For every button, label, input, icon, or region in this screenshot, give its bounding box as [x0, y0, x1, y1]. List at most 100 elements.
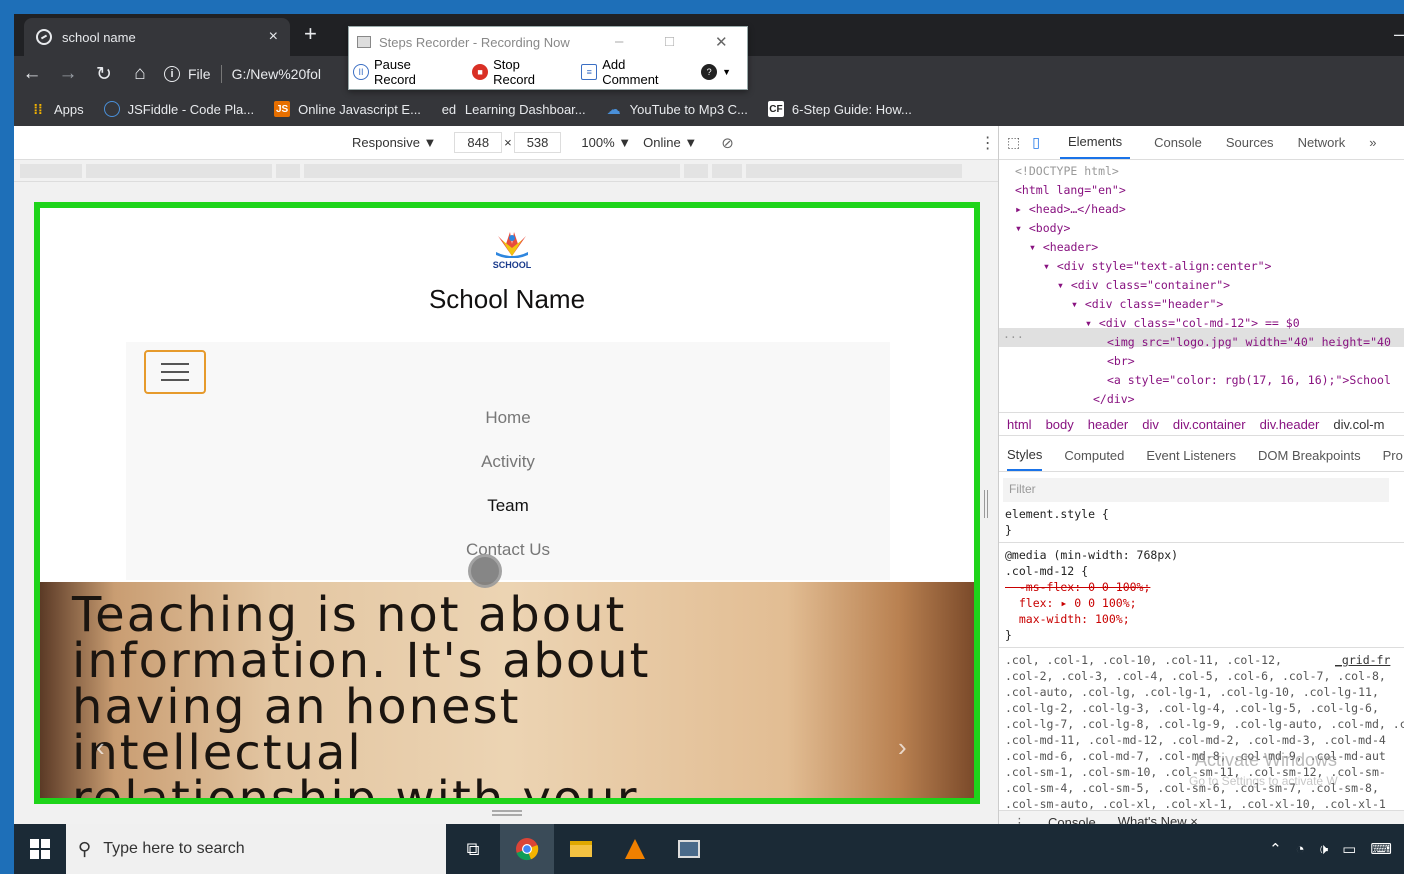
- steps-recorder-taskbar-icon[interactable]: [662, 824, 716, 874]
- breadcrumb-item[interactable]: div.col-m: [1333, 417, 1384, 432]
- chrome-icon[interactable]: [500, 824, 554, 874]
- back-icon[interactable]: ←: [14, 63, 50, 85]
- carousel-next-icon[interactable]: ›: [898, 732, 907, 763]
- viewport-width-input[interactable]: 848: [454, 132, 503, 153]
- tab-event-listeners[interactable]: Event Listeners: [1146, 448, 1236, 463]
- dom-line-selected[interactable]: ▾ <div class="col-md-12"> == $0: [1085, 316, 1300, 330]
- nav-item-contact[interactable]: Contact Us: [126, 540, 890, 560]
- breadcrumb-item[interactable]: div: [1142, 417, 1159, 432]
- chevron-up-icon[interactable]: ⌃: [1269, 840, 1282, 858]
- tab-dom-breakpoints[interactable]: DOM Breakpoints: [1258, 448, 1361, 463]
- tab-elements[interactable]: Elements: [1059, 126, 1131, 159]
- tab-network[interactable]: Network: [1298, 135, 1346, 150]
- viewport-resize-handle[interactable]: [492, 810, 522, 816]
- bookmark-jsfiddle[interactable]: JSFiddle - Code Pla...: [103, 101, 254, 117]
- minimize-icon[interactable]: –: [615, 33, 623, 50]
- start-button[interactable]: [14, 824, 66, 874]
- dom-line[interactable]: ▾ <div class="header">: [1071, 297, 1223, 311]
- breadcrumb-item[interactable]: html: [1007, 417, 1032, 432]
- rotate-icon[interactable]: ⊘: [721, 134, 734, 152]
- nav-item-home[interactable]: Home: [126, 408, 890, 428]
- reload-icon[interactable]: ↻: [86, 63, 122, 86]
- tab-computed[interactable]: Computed: [1064, 448, 1124, 463]
- side-resize-handle[interactable]: [984, 490, 988, 518]
- source-link[interactable]: _grid-fr: [1335, 652, 1390, 668]
- close-icon[interactable]: ✕: [715, 33, 728, 51]
- styles-filter-input[interactable]: Filter: [1003, 478, 1389, 502]
- more-icon[interactable]: ···: [1003, 330, 1024, 344]
- help-button[interactable]: ? ▼: [701, 64, 731, 80]
- school-logo: SCHOOL: [492, 230, 532, 276]
- breadcrumb-item[interactable]: div.header: [1260, 417, 1320, 432]
- stop-record-button[interactable]: ■ Stop Record: [472, 57, 565, 87]
- css-prop-flex[interactable]: flex: ▸ 0 0 100%;: [1005, 595, 1404, 611]
- dom-line[interactable]: <br>: [1107, 354, 1135, 368]
- dom-line[interactable]: ▾ <header>: [1029, 240, 1098, 254]
- dom-line[interactable]: ▾ <div class="container">: [1057, 278, 1230, 292]
- tab-sources[interactable]: Sources: [1226, 135, 1274, 150]
- school-name-link[interactable]: School Name: [40, 284, 974, 315]
- forward-icon[interactable]: →: [50, 63, 86, 85]
- browser-tab[interactable]: school name ×: [24, 18, 290, 56]
- home-icon[interactable]: ⌂: [122, 63, 158, 85]
- taskbar-search-input[interactable]: ⚲ Type here to search: [66, 824, 446, 874]
- bookmark-youtube-mp3[interactable]: ☁ YouTube to Mp3 C...: [606, 101, 748, 117]
- pause-record-button[interactable]: II Pause Record: [353, 57, 456, 87]
- dom-line[interactable]: <a style="color: rgb(17, 16, 16);">Schoo…: [1107, 373, 1391, 387]
- more-tabs-icon[interactable]: »: [1369, 135, 1376, 150]
- inspect-icon[interactable]: ⬚: [1007, 134, 1020, 151]
- media-rule-header[interactable]: @media (min-width: 768px) .col-md-12 {: [1005, 547, 1404, 579]
- add-comment-button[interactable]: ≡ Add Comment: [581, 57, 685, 87]
- jsfiddle-icon: [103, 101, 120, 117]
- activate-windows-watermark: Activate Windows: [1195, 750, 1338, 770]
- tab-properties[interactable]: Pro: [1383, 448, 1403, 463]
- dom-line[interactable]: ▾ <div style="text-align:center">: [1043, 259, 1271, 273]
- viewport-height-input[interactable]: 538: [513, 132, 562, 153]
- minimize-icon[interactable]: –: [1394, 24, 1404, 45]
- tab-styles[interactable]: Styles: [1007, 440, 1043, 471]
- tab-close-icon[interactable]: ×: [269, 28, 278, 46]
- info-icon[interactable]: i: [164, 66, 180, 82]
- carousel-prev-icon[interactable]: ‹: [96, 732, 105, 763]
- dom-line[interactable]: </div>: [1093, 392, 1135, 406]
- keyboard-icon[interactable]: ⌨: [1370, 840, 1392, 858]
- address-bar[interactable]: i File G:/New%20fol: [164, 65, 321, 83]
- nav-item-team[interactable]: Team: [126, 496, 890, 516]
- hamburger-menu-button[interactable]: [144, 350, 206, 394]
- bookmark-apps[interactable]: ⁞⁞ Apps: [30, 101, 83, 117]
- wifi-icon[interactable]: ◔: [1296, 841, 1305, 858]
- task-view-icon[interactable]: ⧉: [446, 824, 500, 874]
- url-text[interactable]: G:/New%20fol: [232, 66, 321, 82]
- device-toolbar: Responsive ▼ 848 × 538 100% ▼ Online ▼ ⊘…: [14, 126, 998, 160]
- bookmark-6-step[interactable]: CF 6-Step Guide: How...: [767, 101, 912, 117]
- css-prop-ms-flex[interactable]: -ms-flex: 0 0 100%;: [1005, 579, 1404, 595]
- dom-line[interactable]: <html lang="en">: [1015, 183, 1126, 197]
- dom-line[interactable]: ▸ <head>…</head>: [1015, 202, 1126, 216]
- battery-icon[interactable]: ▭: [1342, 840, 1356, 858]
- responsive-select[interactable]: Responsive ▼: [352, 135, 436, 150]
- dom-line[interactable]: <!DOCTYPE html>: [1015, 164, 1119, 178]
- network-select[interactable]: Online ▼: [643, 135, 697, 150]
- media-query-ruler[interactable]: [14, 160, 998, 182]
- css-prop-max-width[interactable]: max-width: 100%;: [1005, 611, 1404, 627]
- nav-item-activity[interactable]: Activity: [126, 452, 890, 472]
- breadcrumb-item[interactable]: div.container: [1173, 417, 1246, 432]
- dom-line[interactable]: ▾ <body>: [1015, 221, 1070, 235]
- volume-icon[interactable]: 🕩: [1319, 841, 1328, 858]
- device-toggle-icon[interactable]: ▯: [1032, 134, 1040, 151]
- tab-console[interactable]: Console: [1154, 135, 1202, 150]
- file-explorer-icon[interactable]: [554, 824, 608, 874]
- more-options-icon[interactable]: ⋮: [980, 133, 996, 153]
- breadcrumb-item[interactable]: header: [1088, 417, 1128, 432]
- bookmarks-bar: ⁞⁞ Apps JSFiddle - Code Pla... JS Online…: [14, 92, 1404, 126]
- bookmark-learning[interactable]: ed Learning Dashboar...: [441, 101, 586, 117]
- breadcrumb-item[interactable]: body: [1046, 417, 1074, 432]
- vlc-icon[interactable]: [608, 824, 662, 874]
- dom-line[interactable]: <img src="logo.jpg" width="40" height="4…: [1107, 335, 1391, 349]
- maximize-icon[interactable]: □: [665, 33, 674, 50]
- element-style-rule[interactable]: element.style { }: [1005, 506, 1404, 538]
- grid-selectors[interactable]: .col, .col-1, .col-10, .col-11, .col-12,…: [1005, 652, 1404, 812]
- new-tab-button[interactable]: +: [304, 22, 317, 46]
- zoom-select[interactable]: 100% ▼: [581, 135, 631, 150]
- bookmark-online-js[interactable]: JS Online Javascript E...: [274, 101, 421, 117]
